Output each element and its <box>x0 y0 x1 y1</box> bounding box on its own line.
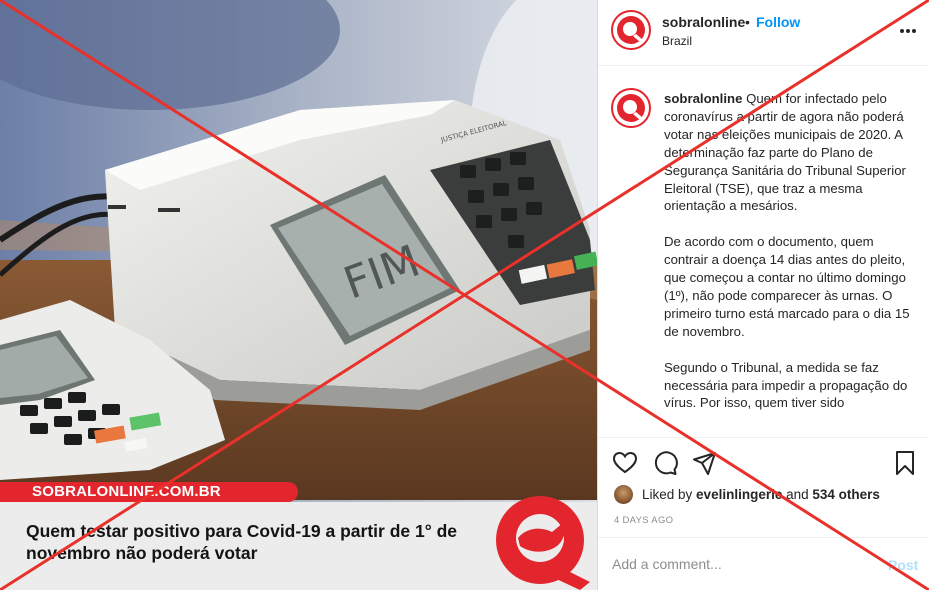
post-caption: sobralonline Quem for infectado pelo cor… <box>664 90 910 412</box>
action-bar <box>598 438 929 486</box>
profile-avatar[interactable] <box>611 10 651 50</box>
likes-others-link[interactable]: 534 others <box>812 487 880 502</box>
bookmark-icon[interactable] <box>892 450 918 476</box>
post-image[interactable]: FIM JUSTIÇA ELEITORAL SOBRALONLINE.COM.B… <box>0 0 597 590</box>
brand-logo-icon <box>496 496 590 590</box>
more-horizontal-icon[interactable] <box>898 23 918 39</box>
header-username[interactable]: sobralonline <box>662 14 745 30</box>
comment-icon[interactable] <box>652 450 678 476</box>
add-comment-bar: Post <box>598 537 929 590</box>
caption-paragraph-1: Quem for infectado pelo coronavírus a pa… <box>664 91 910 214</box>
post-header: sobralonline • Follow Brazil <box>598 0 929 66</box>
follow-button[interactable]: Follow <box>756 14 800 30</box>
comment-input[interactable] <box>612 553 862 575</box>
site-url-banner: SOBRALONLINE.COM.BR <box>0 482 298 502</box>
likes-middle: and <box>782 487 813 502</box>
caption-avatar[interactable] <box>611 88 651 128</box>
caption-username[interactable]: sobralonline <box>664 91 742 106</box>
brand-logo-small-icon <box>617 94 645 122</box>
location-link[interactable]: Brazil <box>662 34 692 48</box>
post-sidebar: sobralonline • Follow Brazil sobralonlin… <box>597 0 929 590</box>
liker-avatar[interactable] <box>614 485 633 504</box>
likes-prefix: Liked by <box>642 487 697 502</box>
liker-username[interactable]: evelinlingerie <box>696 487 782 502</box>
post-headline: Quem testar positivo para Covid-19 a par… <box>26 521 458 563</box>
post-comment-button[interactable]: Post <box>888 557 918 573</box>
caption-paragraph-3: Segundo o Tribunal, a medida se faz nece… <box>664 359 912 411</box>
separator-dot: • <box>745 14 750 30</box>
caption-section: sobralonline Quem for infectado pelo cor… <box>598 66 929 438</box>
brand-logo-small-icon <box>617 16 645 44</box>
post-timestamp[interactable]: 4 DAYS AGO <box>614 515 673 526</box>
share-icon[interactable] <box>692 450 718 476</box>
heart-icon[interactable] <box>612 450 638 476</box>
caption-paragraph-2: De acordo com o documento, quem contrair… <box>664 234 914 339</box>
